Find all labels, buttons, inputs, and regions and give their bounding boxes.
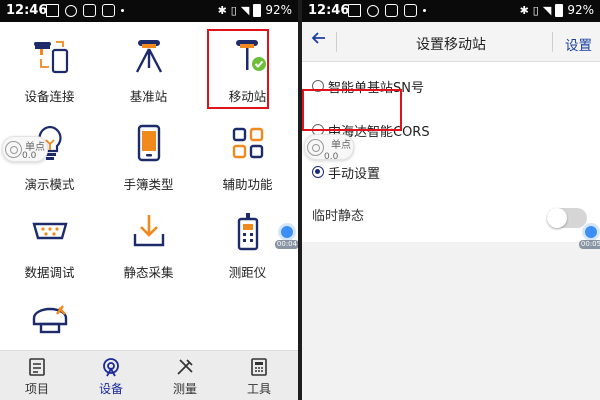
base-station-icon bbox=[135, 40, 163, 73]
grid-item-label: 数据调试 bbox=[24, 265, 75, 280]
selection-highlight bbox=[302, 89, 402, 131]
more-notifications-icon bbox=[423, 9, 426, 12]
notification-icon bbox=[46, 4, 59, 17]
app-notification-icon bbox=[404, 4, 417, 17]
solution-value: 0.0 bbox=[324, 152, 339, 162]
notification-icons bbox=[348, 4, 426, 17]
device-icon bbox=[103, 358, 119, 377]
battery-icon bbox=[555, 3, 564, 17]
download-tray-icon bbox=[133, 215, 165, 247]
solution-status: 单点 bbox=[331, 140, 351, 151]
grid-item-base-station[interactable]: 基准站 bbox=[99, 22, 198, 110]
rangefinder-icon bbox=[237, 213, 259, 251]
nav-tab-survey[interactable]: 测量 bbox=[148, 351, 222, 400]
nav-label: 设备 bbox=[98, 382, 123, 396]
battery-percent: 92% bbox=[567, 3, 594, 17]
nav-label: 工具 bbox=[246, 382, 271, 396]
wifi-icon: ◥ bbox=[542, 3, 552, 17]
bluetooth-icon: ✱ bbox=[217, 3, 227, 17]
radio-button[interactable] bbox=[312, 166, 324, 178]
grid-item-handheld-type[interactable]: 手簿类型 bbox=[99, 110, 198, 198]
grid-item-label: 手簿类型 bbox=[123, 177, 174, 192]
nav-tab-project[interactable]: 项目 bbox=[0, 351, 74, 400]
vibrate-icon: ▯ bbox=[230, 3, 237, 17]
settings-button[interactable]: 设置 bbox=[565, 34, 592, 54]
bluetooth-icon: ✱ bbox=[519, 3, 529, 17]
receiver-settings-icon bbox=[32, 305, 68, 334]
left-screen: 12:46 ✱ ▯ ◥ 92% 设备连接 基准站 移动站 演示模式 手簿类型 辅… bbox=[0, 0, 298, 400]
vibrate-icon: ▯ bbox=[532, 3, 539, 17]
system-status: ✱ ▯ ◥ 92% bbox=[520, 3, 594, 17]
battery-icon bbox=[253, 3, 262, 17]
survey-icon bbox=[177, 359, 193, 375]
app-notification-icon bbox=[83, 4, 96, 17]
floating-recorder-button[interactable]: 00:04 bbox=[275, 223, 298, 249]
grid-item-label: 基准站 bbox=[129, 89, 168, 104]
title-bar: 设置移动站 设置 bbox=[302, 22, 600, 62]
temporary-static-label: 临时静态 bbox=[312, 209, 365, 224]
selection-highlight bbox=[207, 29, 269, 109]
crosshair-icon bbox=[5, 141, 22, 158]
grid-item-data-debug[interactable]: 数据调试 bbox=[0, 198, 99, 286]
nav-label: 测量 bbox=[172, 382, 197, 396]
grid-item-static-collect[interactable]: 静态采集 bbox=[99, 198, 198, 286]
grid-item-label: 设备连接 bbox=[24, 89, 75, 104]
notification-icon bbox=[348, 4, 361, 17]
status-bar: 12:46 ✱ ▯ ◥ 92% bbox=[0, 0, 298, 22]
serial-port-icon bbox=[32, 222, 68, 240]
status-bar: 12:46 ✱ ▯ ◥ 92% bbox=[302, 0, 600, 22]
system-status: ✱ ▯ ◥ 92% bbox=[218, 3, 292, 17]
grid-item-label: 辅助功能 bbox=[222, 177, 273, 192]
radio-label: 手动设置 bbox=[328, 166, 381, 182]
grid-item-label: 演示模式 bbox=[24, 177, 75, 192]
grid-item-label: 静态采集 bbox=[123, 265, 174, 280]
toggle-knob bbox=[547, 208, 567, 228]
temporary-static-toggle[interactable] bbox=[547, 208, 587, 228]
status-time: 12:46 bbox=[6, 3, 48, 18]
location-icon bbox=[65, 4, 77, 17]
crosshair-icon bbox=[307, 139, 324, 156]
location-icon bbox=[367, 4, 379, 17]
nav-tab-tools[interactable]: 工具 bbox=[222, 351, 296, 400]
page-title: 设置移动站 bbox=[416, 37, 486, 53]
grid-item-label: 测距仪 bbox=[228, 265, 267, 280]
record-icon bbox=[582, 223, 600, 241]
more-notifications-icon bbox=[121, 9, 124, 12]
wifi-icon: ◥ bbox=[240, 3, 250, 17]
app-notification-icon bbox=[385, 4, 398, 17]
grid-item-device-connect[interactable]: 设备连接 bbox=[0, 22, 99, 110]
nav-tab-device[interactable]: 设备 bbox=[74, 351, 148, 400]
title-separator bbox=[552, 32, 553, 52]
calculator-icon bbox=[251, 358, 267, 376]
radio-option-manual[interactable]: 手动设置 bbox=[312, 162, 380, 182]
apps-grid-icon bbox=[232, 127, 264, 159]
notification-icons bbox=[46, 4, 124, 17]
app-notification-icon bbox=[102, 4, 115, 17]
device-connect-icon bbox=[34, 41, 69, 74]
grid-item-auxiliary[interactable]: 辅助功能 bbox=[198, 110, 297, 198]
record-icon bbox=[278, 223, 296, 241]
right-screen: 12:46 ✱ ▯ ◥ 92% 设置移动站 设置 智能单基站SN号 中海达智能C… bbox=[302, 0, 600, 400]
status-time: 12:46 bbox=[308, 3, 350, 18]
solution-value: 0.0 bbox=[22, 151, 37, 161]
floating-recorder-button[interactable]: 00:05 bbox=[579, 223, 600, 249]
battery-percent: 92% bbox=[265, 3, 292, 17]
project-icon bbox=[29, 358, 45, 376]
bottom-navigation: 项目 设备 测量 工具 bbox=[0, 350, 298, 400]
recorder-time: 00:05 bbox=[579, 240, 600, 249]
recorder-time: 00:04 bbox=[275, 240, 298, 249]
nav-label: 项目 bbox=[24, 382, 49, 396]
handheld-icon bbox=[137, 124, 161, 162]
